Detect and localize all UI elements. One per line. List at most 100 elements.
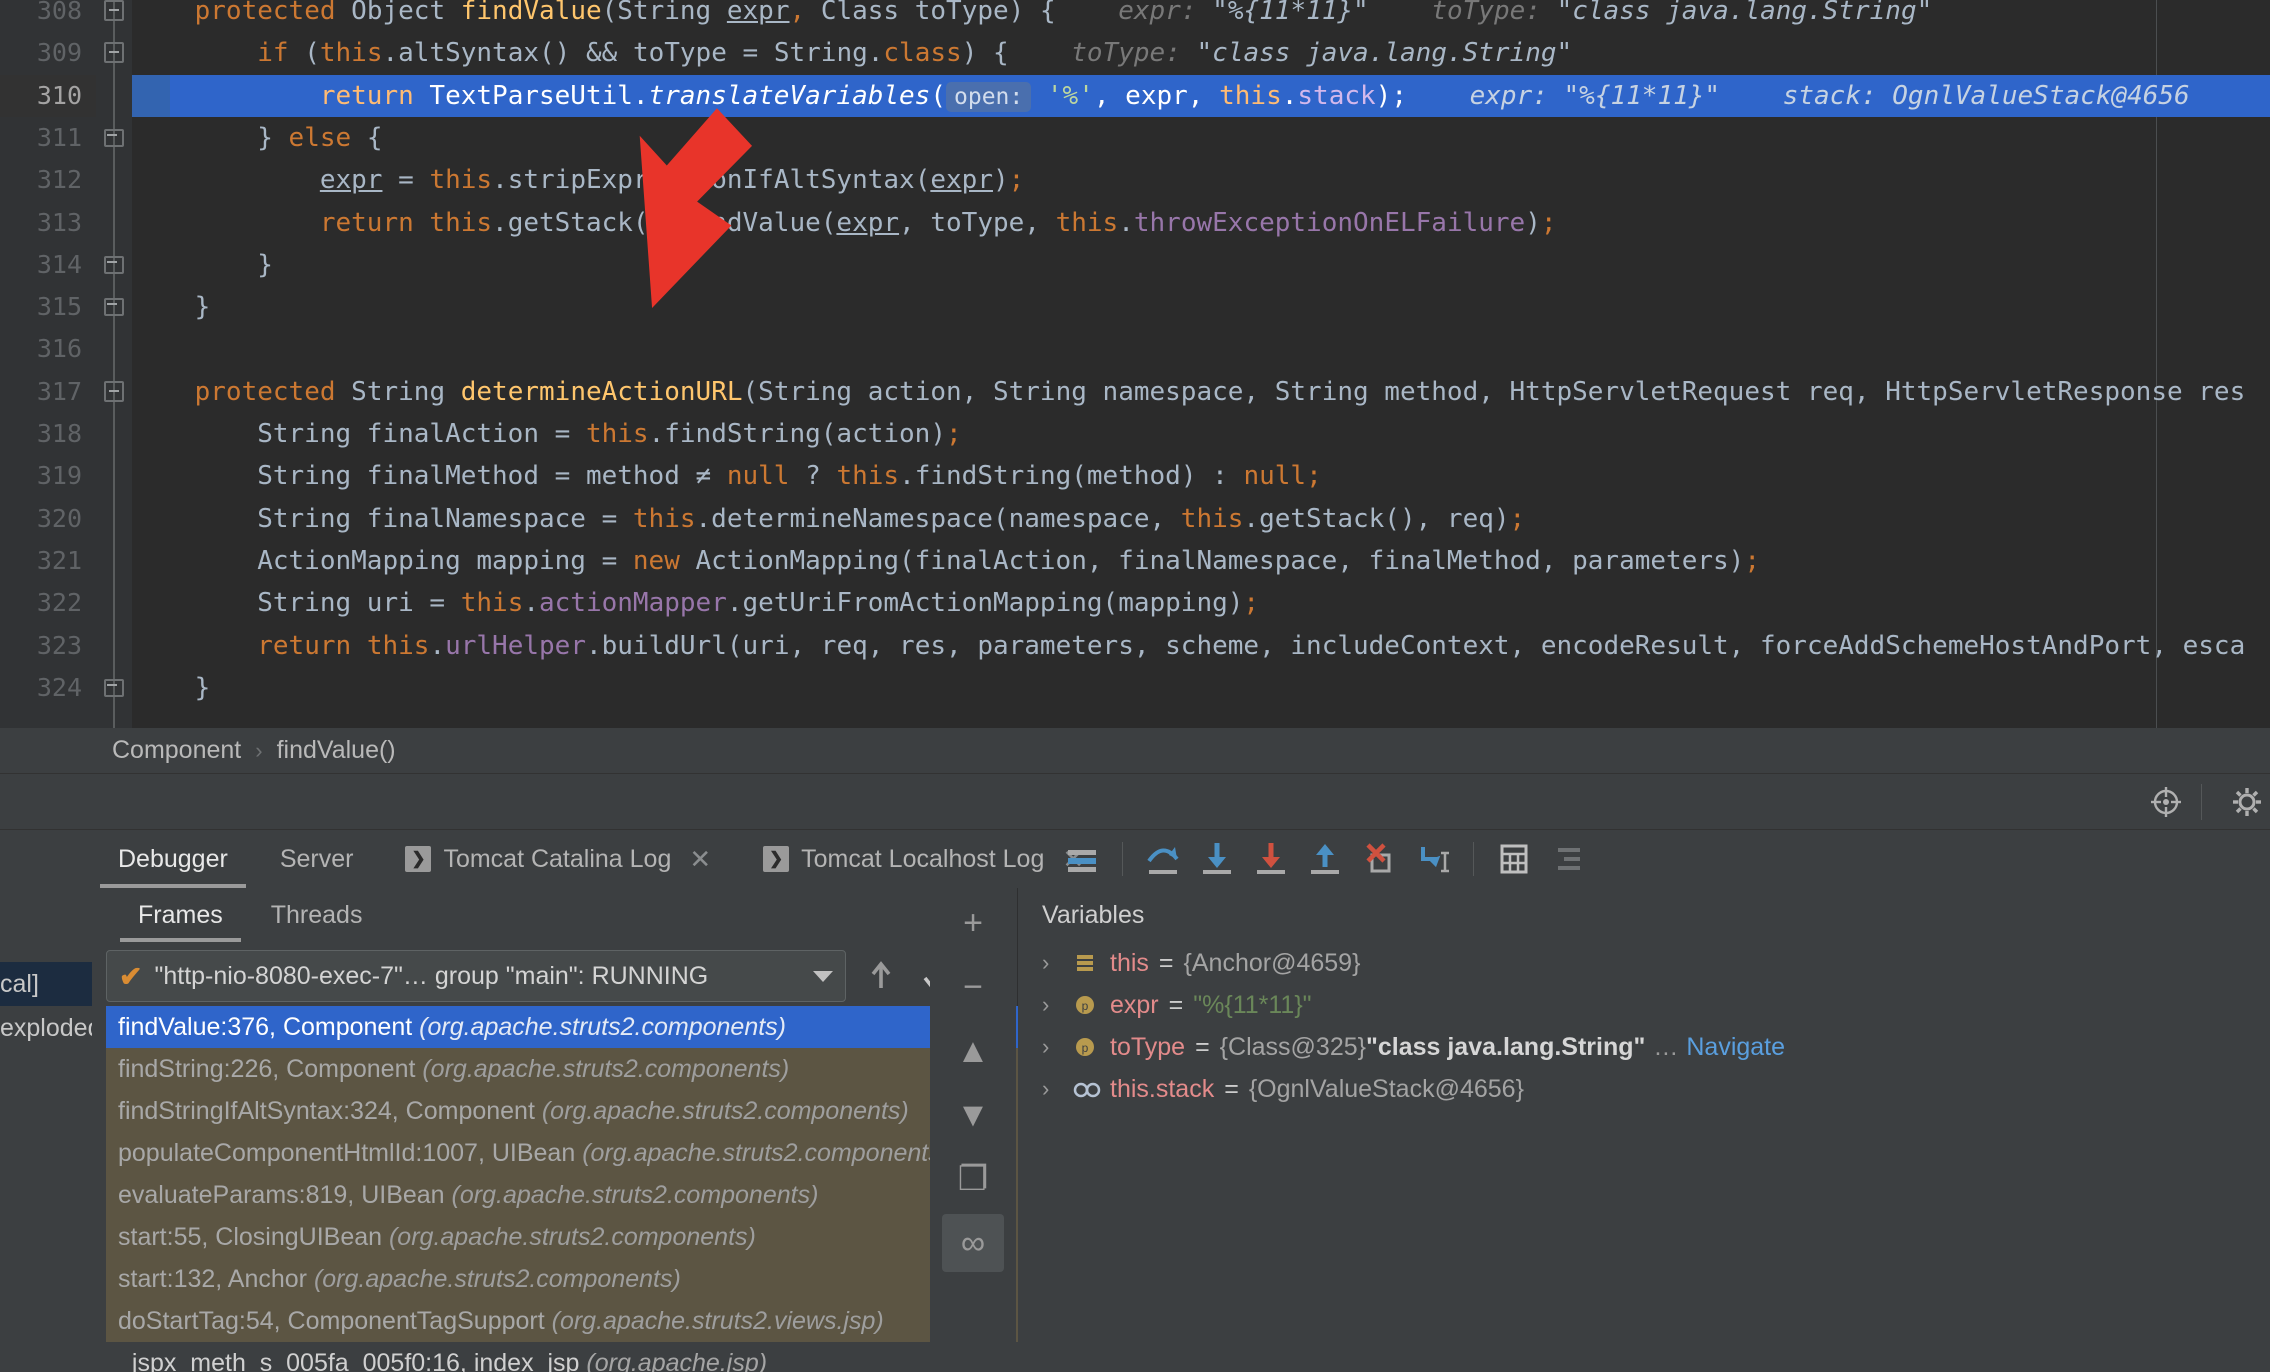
expand-chevron-icon[interactable]: ›	[1042, 942, 1072, 984]
frame-list-item[interactable]: findString:226, Component (org.apache.st…	[106, 1048, 1018, 1090]
code-line-316[interactable]	[132, 328, 2270, 370]
settings-list-icon[interactable]	[1546, 837, 1590, 881]
frame-list-item[interactable]: _jspx_meth_s_005fa_005f0:16, index_jsp (…	[106, 1342, 1018, 1372]
step-over-icon[interactable]	[1141, 837, 1185, 881]
thread-combo[interactable]: ✔ "http-nio-8080-exec-7"… group "main": …	[106, 950, 846, 1002]
frames-list[interactable]: findValue:376, Component (org.apache.str…	[106, 1006, 1018, 1372]
code-line-322[interactable]: String uri = this.actionMapper.getUriFro…	[132, 582, 2270, 624]
variables-list[interactable]: › this = {Anchor@4659} › p expr = "%{11*11}" › p to…	[1042, 942, 2230, 1372]
gutter-line-324[interactable]: 324	[0, 667, 96, 709]
run-to-cursor-icon[interactable]	[1411, 837, 1455, 881]
code-fold-icon[interactable]	[104, 677, 124, 698]
code-line-321[interactable]: ActionMapping mapping = new ActionMappin…	[132, 540, 2270, 582]
execution-point-marker[interactable]	[132, 74, 170, 117]
expand-chevron-icon[interactable]: ›	[1042, 1068, 1072, 1110]
code-fold-icon[interactable]	[104, 254, 124, 275]
gutter-line-317[interactable]: 317	[0, 371, 96, 413]
step-into-icon[interactable]	[1195, 837, 1239, 881]
breadcrumb-class[interactable]: Component	[112, 736, 241, 765]
variable-row[interactable]: › this.stack = {OgnlValueStack@4656}	[1042, 1068, 2230, 1110]
gutter-line-313[interactable]: 313	[0, 202, 96, 244]
code-line-324[interactable]: }	[132, 667, 2270, 709]
code-line-314[interactable]: }	[132, 244, 2270, 286]
left-panel-fragment-2[interactable]: exploded	[0, 1006, 92, 1050]
gutter-line-312[interactable]: 312	[0, 159, 96, 201]
debug-tab-server[interactable]: Server	[254, 830, 380, 888]
remove-watch-button[interactable]: −	[942, 958, 1004, 1016]
expand-chevron-icon[interactable]: ›	[1042, 1026, 1072, 1068]
gutter-line-323[interactable]: 323	[0, 625, 96, 667]
code-line-319[interactable]: String finalMethod = method ≠ null ? thi…	[132, 455, 2270, 497]
gutter-line-315[interactable]: 315	[0, 286, 96, 328]
move-up-button[interactable]: ▲	[942, 1022, 1004, 1080]
gutter-line-318[interactable]: 318	[0, 413, 96, 455]
variable-row[interactable]: › p toType = {Class@325} "class java.lang.St…	[1042, 1026, 2230, 1068]
variable-row[interactable]: › this = {Anchor@4659}	[1042, 942, 2230, 984]
code-lines[interactable]: protected Object findValue(String expr, …	[132, 0, 2270, 728]
drop-frame-icon[interactable]	[1357, 837, 1401, 881]
code-folding-rail[interactable]	[96, 0, 132, 728]
code-line-312[interactable]: expr = this.stripExpressionIfAltSyntax(e…	[132, 159, 2270, 201]
gutter-line-319[interactable]: 319	[0, 455, 96, 497]
code-line-308[interactable]: protected Object findValue(String expr, …	[132, 0, 2270, 32]
gutter-line-320[interactable]: 320	[0, 498, 96, 540]
code-fold-icon[interactable]	[104, 380, 124, 402]
copy-button[interactable]: ❐	[942, 1150, 1004, 1208]
frame-list-item[interactable]: start:132, Anchor (org.apache.struts2.co…	[106, 1258, 1018, 1300]
code-line-323[interactable]: return this.urlHelper.buildUrl(uri, req,…	[132, 625, 2270, 667]
gutter-line-309[interactable]: 309	[0, 32, 96, 74]
code-line-315[interactable]: }	[132, 286, 2270, 328]
code-line-309[interactable]: if (this.altSyntax() && toType = String.…	[132, 32, 2270, 74]
thread-selector[interactable]: ✔ "http-nio-8080-exec-7"… group "main": …	[106, 950, 846, 1002]
code-fold-icon[interactable]	[104, 127, 124, 148]
crosshair-target-icon[interactable]	[2150, 786, 2182, 818]
gutter-line-316[interactable]: 316	[0, 328, 96, 370]
gear-icon[interactable]	[2232, 787, 2262, 817]
debug-tab-tomcat-catalina-log[interactable]: ❯ Tomcat Catalina Log ✕	[379, 830, 737, 888]
move-down-button[interactable]: ▼	[942, 1086, 1004, 1144]
code-fold-icon[interactable]	[104, 0, 124, 21]
code-line-320[interactable]: String finalNamespace = this.determineNa…	[132, 498, 2270, 540]
frame-list-item[interactable]: findValue:376, Component (org.apache.str…	[106, 1006, 1018, 1048]
gutter-line-321[interactable]: 321	[0, 540, 96, 582]
code-line-313[interactable]: return this.getStack().findValue(expr, t…	[132, 202, 2270, 244]
code-line-318[interactable]: String finalAction = this.findString(act…	[132, 413, 2270, 455]
frame-list-item[interactable]: start:55, ClosingUIBean (org.apache.stru…	[106, 1216, 1018, 1258]
frame-list-item[interactable]: populateComponentHtmlId:1007, UIBean (or…	[106, 1132, 1018, 1174]
gutter-line-311[interactable]: 311	[0, 117, 96, 159]
breadcrumb-method[interactable]: findValue()	[277, 736, 396, 765]
frame-list-item[interactable]: findStringIfAltSyntax:324, Component (or…	[106, 1090, 1018, 1132]
code-line-310[interactable]: return TextParseUtil.translateVariables(…	[132, 75, 2270, 117]
debug-tab-tomcat-localhost-log[interactable]: ❯Tomcat Localhost Log✕	[737, 830, 1110, 888]
force-step-into-icon[interactable]	[1249, 837, 1293, 881]
code-editor[interactable]: 308 309 310 311 312 313 314 315 316 317 318 319 320 3…	[0, 0, 2270, 728]
pane-tab-frames[interactable]: Frames	[114, 888, 247, 942]
left-panel-fragment-1[interactable]: cal]	[0, 962, 92, 1006]
expand-chevron-icon[interactable]: ›	[1042, 984, 1072, 1026]
gutter-line-314[interactable]: 314	[0, 244, 96, 286]
frame-list-item[interactable]: doStartTag:54, ComponentTagSupport (org.…	[106, 1300, 1018, 1342]
gutter-line-310[interactable]: 310	[0, 74, 96, 117]
breadcrumb[interactable]: Component › findValue()	[0, 728, 2270, 774]
step-out-icon[interactable]	[1303, 837, 1347, 881]
debug-tab-debugger[interactable]: Debugger	[92, 830, 254, 888]
gutter-line-322[interactable]: 322	[0, 582, 96, 624]
show-execution-point-icon[interactable]	[1060, 837, 1104, 881]
frames-side-buttons[interactable]: + − ▲ ▼ ❐ ∞	[930, 888, 1016, 1372]
frames-tab-bar[interactable]: Frames Threads	[92, 888, 386, 942]
pane-tab-threads[interactable]: Threads	[247, 888, 387, 942]
gutter-line-308[interactable]: 308	[0, 0, 96, 32]
debugger-actions-toolbar[interactable]	[1060, 830, 1590, 888]
chevron-down-icon[interactable]	[813, 970, 833, 982]
variable-row[interactable]: › p expr = "%{11*11}"	[1042, 984, 2230, 1026]
editor-gutter[interactable]: 308 309 310 311 312 313 314 315 316 317 318 319 320 3…	[0, 0, 96, 728]
watches-button[interactable]: ∞	[942, 1214, 1004, 1272]
navigate-link[interactable]: Navigate	[1686, 1026, 1785, 1068]
close-icon[interactable]: ✕	[689, 844, 711, 875]
code-line-317[interactable]: protected String determineActionURL(Stri…	[132, 371, 2270, 413]
arrow-up-icon[interactable]	[862, 957, 900, 995]
add-watch-button[interactable]: +	[942, 894, 1004, 952]
frame-list-item[interactable]: evaluateParams:819, UIBean (org.apache.s…	[106, 1174, 1018, 1216]
code-fold-icon[interactable]	[104, 296, 124, 317]
code-fold-icon[interactable]	[104, 42, 124, 64]
